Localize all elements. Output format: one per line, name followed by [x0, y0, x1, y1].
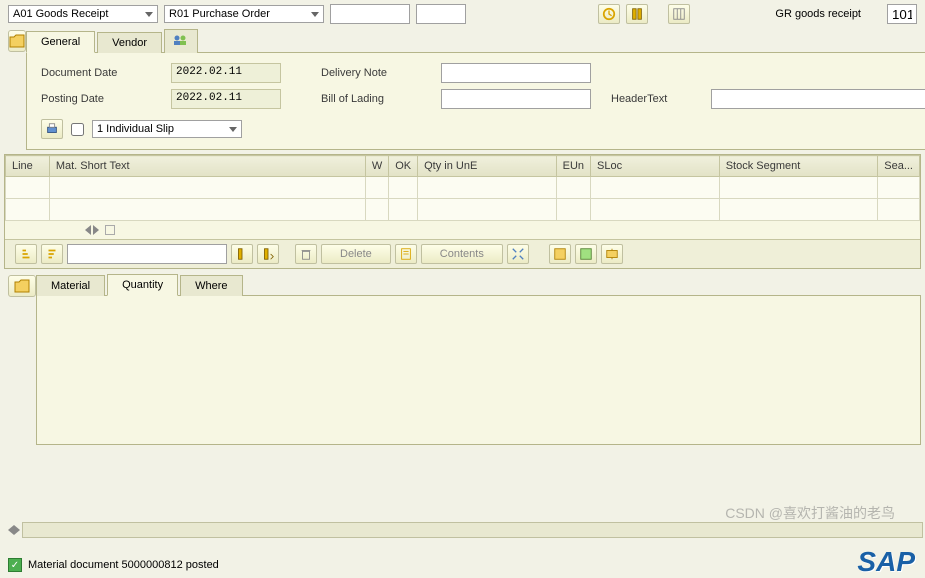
col-w[interactable]: W [365, 156, 388, 177]
layout-button[interactable] [668, 4, 690, 24]
slip-dropdown-label: 1 Individual Slip [97, 123, 174, 135]
chevron-down-icon [229, 127, 237, 132]
table-row[interactable] [6, 199, 920, 221]
contents-icon-button[interactable] [395, 244, 417, 264]
reference-dropdown[interactable]: R01 Purchase Order [164, 5, 324, 23]
layout-choose-button[interactable] [575, 244, 597, 264]
doc-date-label: Document Date [41, 67, 171, 79]
tab-vendor-label: Vendor [112, 37, 147, 49]
tab-quantity[interactable]: Quantity [107, 274, 178, 296]
tab-general-label: General [41, 36, 80, 48]
col-qty[interactable]: Qty in UnE [418, 156, 556, 177]
contents-button-label: Contents [440, 248, 484, 260]
col-ok[interactable]: OK [389, 156, 418, 177]
window-hscroll [8, 522, 925, 538]
status-bar: ✓ Material document 5000000812 posted [8, 558, 219, 572]
status-message: Material document 5000000812 posted [28, 559, 219, 571]
tab-where[interactable]: Where [180, 275, 242, 296]
slip-dropdown[interactable]: 1 Individual Slip [92, 120, 242, 138]
bill-of-lading-input[interactable] [441, 89, 591, 109]
table-row[interactable] [6, 177, 920, 199]
sap-logo: SAP [857, 546, 915, 578]
delete-button[interactable]: Delete [321, 244, 391, 264]
tab-where-label: Where [195, 280, 227, 292]
col-line[interactable]: Line [6, 156, 50, 177]
scroll-right-icon[interactable] [93, 225, 99, 235]
success-icon: ✓ [8, 558, 22, 572]
scroll-stop-icon[interactable] [105, 225, 115, 235]
posting-date-label: Posting Date [41, 93, 171, 105]
partner-icon [173, 34, 189, 46]
items-grid-section: Line Mat. Short Text W OK Qty in UnE EUn… [4, 154, 921, 269]
tab-vendor[interactable]: Vendor [97, 32, 162, 53]
delivery-note-input[interactable] [441, 63, 591, 83]
collapse-header-button[interactable] [8, 30, 26, 52]
col-eun[interactable]: EUn [556, 156, 590, 177]
tab-material[interactable]: Material [36, 275, 105, 296]
delete-icon-button[interactable] [295, 244, 317, 264]
delete-button-label: Delete [340, 248, 372, 260]
execute-button[interactable] [598, 4, 620, 24]
scroll-left-icon[interactable] [85, 225, 91, 235]
filter-input[interactable] [67, 244, 227, 264]
col-sea[interactable]: Sea... [878, 156, 920, 177]
movement-type-label: GR goods receipt [775, 8, 861, 20]
sort-desc-button[interactable] [41, 244, 63, 264]
chevron-down-icon [311, 12, 319, 17]
movement-type-input[interactable] [887, 4, 917, 24]
header-text-label: HeaderText [611, 93, 711, 105]
detail-section: Material Quantity Where [0, 273, 925, 445]
doc-number-input[interactable] [330, 4, 410, 24]
col-sloc[interactable]: SLoc [591, 156, 720, 177]
find-item-button[interactable] [231, 244, 253, 264]
bill-of-lading-label: Bill of Lading [321, 93, 441, 105]
find-button[interactable] [626, 4, 648, 24]
tab-general[interactable]: General [26, 31, 95, 53]
tab-partner[interactable] [164, 29, 198, 53]
scrollbar-track[interactable] [22, 522, 923, 538]
collapse-detail-button[interactable] [8, 275, 36, 297]
header-tabs: General Vendor [26, 29, 925, 53]
action-dropdown[interactable]: A01 Goods Receipt [8, 5, 158, 23]
doc-date-field[interactable]: 2022.02.11 [171, 63, 281, 83]
header-panel: Document Date 2022.02.11 Delivery Note P… [26, 52, 925, 150]
sort-asc-button[interactable] [15, 244, 37, 264]
detail-tabs: Material Quantity Where [36, 274, 925, 296]
reference-dropdown-label: R01 Purchase Order [169, 8, 270, 20]
col-stock-segment[interactable]: Stock Segment [719, 156, 878, 177]
watermark-text: CSDN @喜欢打酱油的老鸟 [725, 503, 895, 523]
chevron-down-icon [145, 12, 153, 17]
header-text-input[interactable] [711, 89, 925, 109]
header-section: General Vendor Document Date 2022.02.11 … [0, 28, 925, 150]
posting-date-field[interactable]: 2022.02.11 [171, 89, 281, 109]
expand-button[interactable] [507, 244, 529, 264]
detail-panel [36, 295, 921, 445]
tab-material-label: Material [51, 280, 90, 292]
col-mat-short-text[interactable]: Mat. Short Text [49, 156, 365, 177]
print-button[interactable] [41, 119, 63, 139]
delivery-note-label: Delivery Note [321, 67, 441, 79]
layout-manage-button[interactable] [601, 244, 623, 264]
scroll-right-icon[interactable] [14, 525, 20, 535]
print-checkbox[interactable] [71, 123, 84, 136]
layout-save-button[interactable] [549, 244, 571, 264]
find-next-button[interactable] [257, 244, 279, 264]
action-dropdown-label: A01 Goods Receipt [13, 8, 108, 20]
item-toolbar: Delete Contents [5, 239, 920, 268]
contents-button[interactable]: Contents [421, 244, 503, 264]
grid-hscroll [5, 221, 920, 239]
top-toolbar: A01 Goods Receipt R01 Purchase Order GR … [0, 0, 925, 28]
doc-year-input[interactable] [416, 4, 466, 24]
items-grid[interactable]: Line Mat. Short Text W OK Qty in UnE EUn… [5, 155, 920, 221]
tab-quantity-label: Quantity [122, 279, 163, 291]
